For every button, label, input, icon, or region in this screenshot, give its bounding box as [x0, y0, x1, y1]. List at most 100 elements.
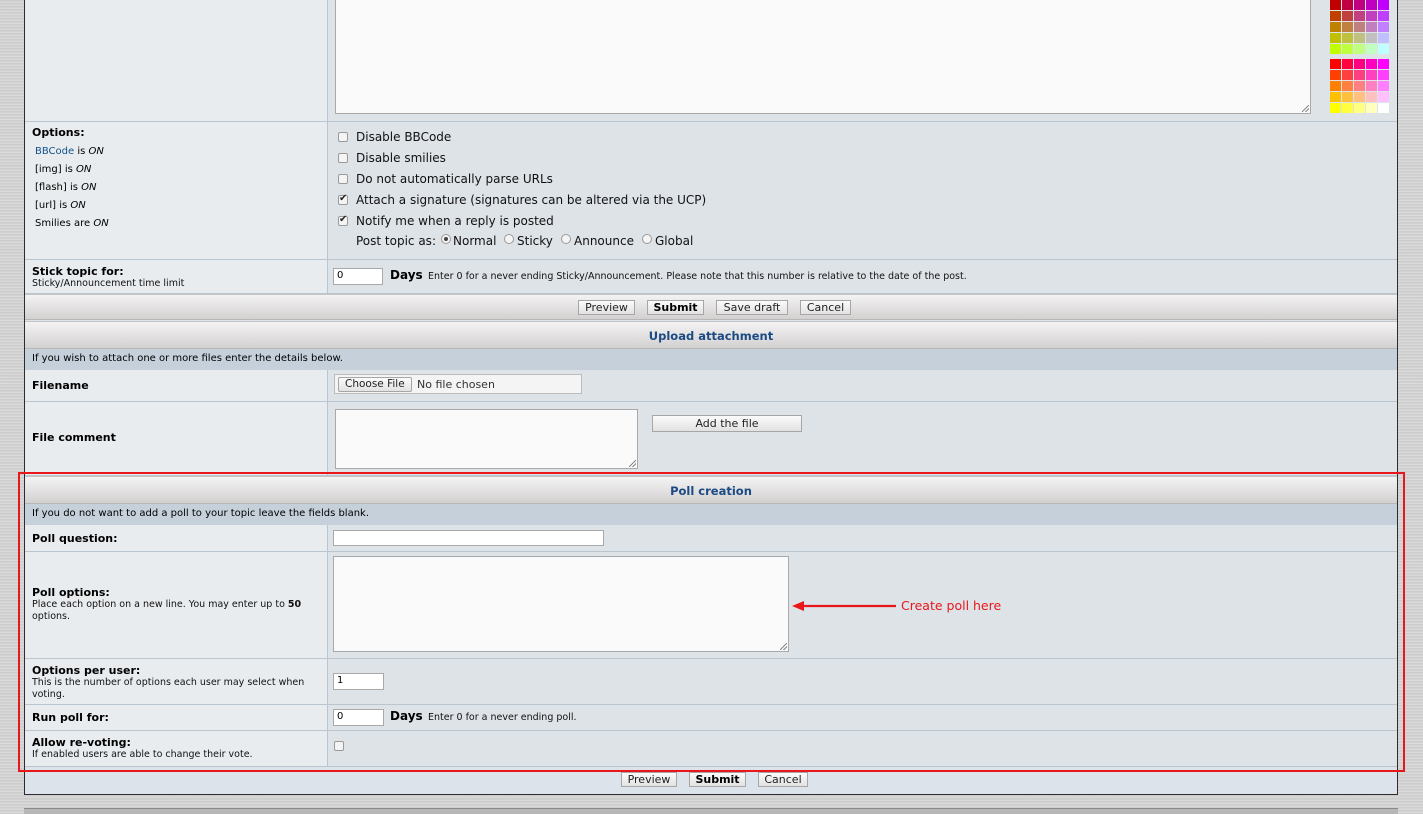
option-checkbox-label[interactable]: Attach a signature (signatures can be al…	[356, 193, 706, 207]
color-swatch[interactable]	[1354, 44, 1365, 54]
color-swatch[interactable]	[1330, 81, 1341, 91]
color-swatch[interactable]	[1366, 22, 1377, 32]
color-swatch[interactable]	[1354, 103, 1365, 113]
option-checkbox-label[interactable]: Notify me when a reply is posted	[356, 214, 554, 228]
color-swatch[interactable]	[1342, 0, 1353, 10]
color-swatch[interactable]	[1378, 92, 1389, 102]
color-swatch[interactable]	[1366, 59, 1377, 69]
color-swatch[interactable]	[1378, 22, 1389, 32]
color-swatch[interactable]	[1342, 70, 1353, 80]
footer-edge	[24, 808, 1398, 814]
color-swatch[interactable]	[1342, 22, 1353, 32]
post-topic-radio-label[interactable]: Normal	[453, 234, 496, 248]
option-checkbox[interactable]	[338, 174, 348, 184]
color-swatch[interactable]	[1354, 0, 1365, 10]
options-per-user-row: Options per user: This is the number of …	[25, 659, 1397, 705]
run-poll-row: Run poll for: 0 Days Enter 0 for a never…	[25, 705, 1397, 731]
options-per-user-sub: This is the number of options each user …	[32, 677, 305, 700]
color-swatch[interactable]	[1366, 81, 1377, 91]
color-swatch[interactable]	[1378, 11, 1389, 21]
color-swatch[interactable]	[1354, 70, 1365, 80]
resize-grip-icon[interactable]	[780, 643, 787, 650]
option-checkbox-label[interactable]: Disable smilies	[356, 151, 446, 165]
add-file-button[interactable]: Add the file	[652, 415, 802, 432]
run-poll-input[interactable]: 0	[333, 709, 384, 726]
preview-button-bottom[interactable]: Preview	[621, 772, 677, 787]
color-swatch[interactable]	[1378, 81, 1389, 91]
color-swatch[interactable]	[1366, 92, 1377, 102]
color-swatch[interactable]	[1354, 81, 1365, 91]
option-checkbox-label[interactable]: Disable BBCode	[356, 130, 451, 144]
message-textarea[interactable]	[335, 0, 1311, 114]
color-swatch[interactable]	[1330, 92, 1341, 102]
preview-button[interactable]: Preview	[578, 300, 635, 315]
bbcode-link[interactable]: BBCode	[35, 146, 74, 157]
color-swatch[interactable]	[1354, 59, 1365, 69]
color-swatch[interactable]	[1342, 59, 1353, 69]
color-swatch[interactable]	[1342, 81, 1353, 91]
resize-grip-icon[interactable]	[629, 460, 636, 467]
color-swatch[interactable]	[1378, 0, 1389, 10]
poll-question-input[interactable]	[333, 530, 604, 546]
submit-button-bottom[interactable]: Submit	[689, 772, 746, 787]
color-swatch[interactable]	[1354, 11, 1365, 21]
option-checkbox[interactable]	[338, 214, 348, 226]
post-topic-radio-label[interactable]: Announce	[574, 234, 634, 248]
color-swatch[interactable]	[1330, 44, 1341, 54]
color-swatch[interactable]	[1366, 44, 1377, 54]
choose-file-button[interactable]: Choose File	[338, 377, 412, 392]
options-per-user-input[interactable]: 1	[333, 673, 384, 690]
color-swatch[interactable]	[1366, 103, 1377, 113]
color-swatch[interactable]	[1378, 44, 1389, 54]
color-swatch[interactable]	[1354, 22, 1365, 32]
color-swatch[interactable]	[1354, 92, 1365, 102]
color-swatch[interactable]	[1342, 33, 1353, 43]
color-swatch[interactable]	[1330, 0, 1341, 10]
stick-days-input[interactable]: 0	[333, 268, 383, 285]
message-row	[25, 0, 1397, 122]
color-swatch[interactable]	[1354, 33, 1365, 43]
color-swatch[interactable]	[1330, 11, 1341, 21]
option-checkbox-label[interactable]: Do not automatically parse URLs	[356, 172, 553, 186]
color-swatch[interactable]	[1342, 11, 1353, 21]
file-picker[interactable]: Choose File No file chosen	[334, 374, 582, 394]
color-swatch[interactable]	[1330, 70, 1341, 80]
post-topic-radio-label[interactable]: Global	[655, 234, 693, 248]
color-swatch[interactable]	[1342, 92, 1353, 102]
post-topic-radio-normal[interactable]	[441, 234, 451, 244]
post-topic-radio-label[interactable]: Sticky	[517, 234, 553, 248]
color-swatch[interactable]	[1366, 11, 1377, 21]
save-draft-button[interactable]: Save draft	[716, 300, 788, 315]
cancel-button-bottom[interactable]: Cancel	[758, 772, 808, 787]
color-swatch[interactable]	[1342, 103, 1353, 113]
option-status-name: [flash]	[35, 182, 67, 193]
color-swatch[interactable]	[1330, 33, 1341, 43]
color-swatch[interactable]	[1366, 70, 1377, 80]
resize-grip-icon[interactable]	[1302, 105, 1309, 112]
post-topic-radio-announce[interactable]	[561, 234, 571, 244]
color-swatch[interactable]	[1366, 33, 1377, 43]
option-checkbox[interactable]	[338, 153, 348, 163]
poll-question-label: Poll question:	[32, 532, 118, 545]
color-swatch[interactable]	[1330, 59, 1341, 69]
color-swatch[interactable]	[1378, 70, 1389, 80]
allow-revoting-sub: If enabled users are able to change thei…	[32, 749, 253, 760]
color-swatch[interactable]	[1378, 33, 1389, 43]
option-checkbox[interactable]	[338, 132, 348, 142]
option-status-name: Smilies	[35, 218, 71, 229]
post-topic-radio-global[interactable]	[642, 234, 652, 244]
color-swatch[interactable]	[1330, 103, 1341, 113]
file-comment-textarea[interactable]	[335, 409, 638, 469]
cancel-button[interactable]: Cancel	[800, 300, 851, 315]
submit-button[interactable]: Submit	[647, 300, 704, 315]
option-checkbox[interactable]	[338, 193, 348, 205]
color-swatch[interactable]	[1378, 103, 1389, 113]
color-swatch[interactable]	[1342, 44, 1353, 54]
color-swatch[interactable]	[1366, 0, 1377, 10]
allow-revoting-label: Allow re-voting:	[32, 736, 131, 749]
color-swatch[interactable]	[1330, 22, 1341, 32]
poll-options-textarea[interactable]	[333, 556, 789, 652]
allow-revoting-checkbox[interactable]	[334, 741, 344, 751]
post-topic-radio-sticky[interactable]	[504, 234, 514, 244]
color-swatch[interactable]	[1378, 59, 1389, 69]
